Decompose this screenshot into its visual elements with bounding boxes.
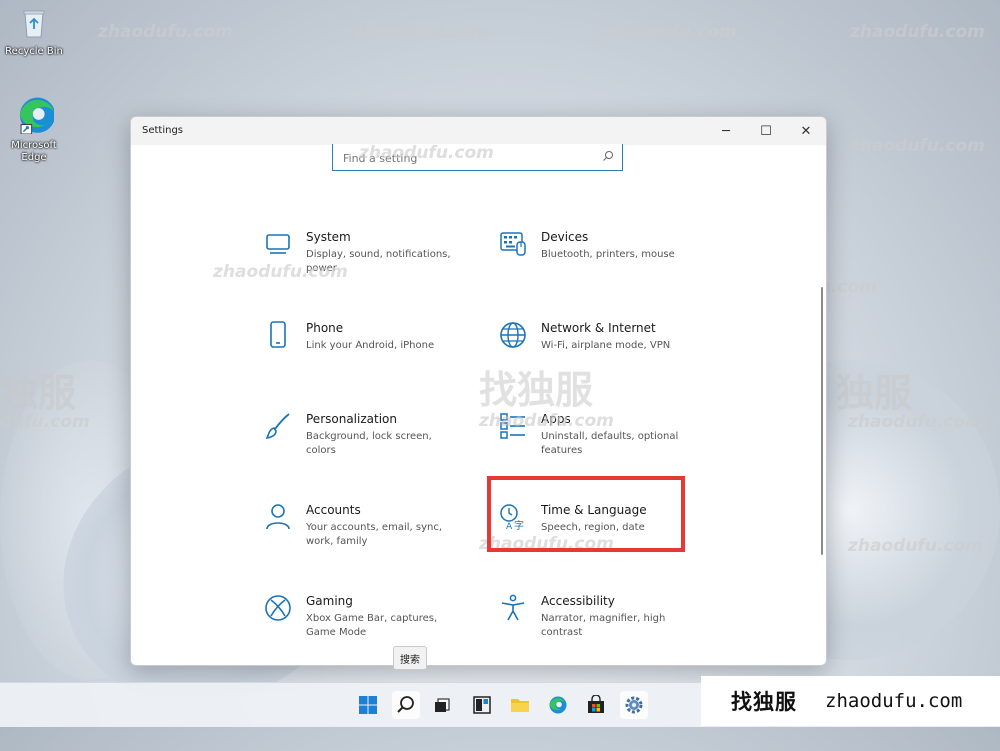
scrollbar[interactable]	[821, 287, 823, 555]
search-box[interactable]	[332, 144, 623, 171]
category-desc: Wi-Fi, airplane mode, VPN	[541, 340, 671, 351]
globe-icon	[500, 322, 526, 348]
widgets-icon	[473, 696, 491, 714]
title-bar[interactable]: Settings ─ ☐ ✕	[131, 117, 826, 145]
edge-icon	[549, 696, 567, 714]
monitor-icon	[266, 234, 290, 254]
category-gaming[interactable]: Gaming Xbox Game Bar, captures, Game Mod…	[264, 594, 484, 665]
desktop-recycle-bin[interactable]: Recycle Bin	[4, 6, 64, 58]
category-desc: Bluetooth, printers, mouse	[541, 249, 675, 260]
minimize-icon: ─	[722, 123, 730, 139]
brand-url: zhaodufu.com	[825, 690, 963, 712]
category-desc: Link your Android, iPhone	[306, 340, 435, 351]
search-icon	[603, 151, 613, 161]
category-desc: Narrator, magnifier, high contrast	[541, 613, 666, 638]
apps-list-icon	[500, 413, 525, 439]
search-icon	[397, 696, 414, 713]
person-icon	[266, 504, 290, 530]
category-name: Accounts	[306, 503, 361, 517]
start-icon	[359, 696, 377, 714]
brush-icon	[265, 413, 290, 440]
category-name: Gaming	[306, 594, 353, 608]
search-input[interactable]	[341, 147, 595, 169]
category-desc: Display, sound, notifications, power	[306, 249, 451, 274]
category-desc: Uninstall, defaults, optional features	[541, 431, 679, 456]
watermark: zhaodufu.com	[850, 136, 985, 156]
widgets-button[interactable]	[468, 691, 496, 719]
settings-icon	[625, 696, 643, 714]
category-phone[interactable]: Phone Link your Android, iPhone	[264, 321, 484, 401]
keyboard-icon	[500, 232, 526, 256]
taskbar-search-button[interactable]	[392, 691, 420, 719]
maximize-icon: ☐	[760, 123, 772, 139]
start-button[interactable]	[354, 691, 382, 719]
taskbar-edge-button[interactable]	[544, 691, 572, 719]
accessibility-icon	[501, 594, 525, 621]
window-title: Settings	[142, 125, 184, 136]
close-icon: ✕	[800, 123, 812, 139]
settings-window: Settings ─ ☐ ✕ System Display, sound, no…	[130, 116, 827, 666]
brand-cn: 找独服	[731, 690, 797, 714]
watermark: zhaodufu.com	[850, 22, 985, 42]
category-desc: Background, lock screen, colors	[306, 431, 432, 456]
file-explorer-icon	[511, 699, 529, 712]
category-name: Phone	[306, 321, 344, 335]
recycle-bin-label: Recycle Bin	[5, 46, 63, 57]
recycle-bin-icon	[23, 10, 45, 38]
category-personalization[interactable]: Personalization Background, lock screen,…	[264, 412, 484, 492]
watermark: zhaodufu.com	[354, 22, 489, 42]
taskbar-settings-button[interactable]	[620, 691, 648, 719]
task-view-button[interactable]	[428, 691, 456, 719]
xbox-icon	[265, 595, 291, 621]
category-accounts[interactable]: Accounts Your accounts, email, sync, wor…	[264, 503, 484, 583]
category-system[interactable]: System Display, sound, notifications, po…	[264, 230, 484, 310]
category-desc: Xbox Game Bar, captures, Game Mode	[306, 613, 438, 638]
highlight-box	[487, 476, 685, 552]
category-name: Personalization	[306, 412, 397, 426]
watermark: zhaodufu.com	[98, 22, 233, 42]
file-explorer-button[interactable]	[506, 691, 534, 719]
category-devices[interactable]: Devices Bluetooth, printers, mouse	[499, 230, 719, 310]
category-name: Apps	[541, 412, 571, 426]
desktop-edge[interactable]: Microsoft Edge	[4, 94, 64, 164]
search-tooltip: 搜索	[393, 646, 427, 670]
close-button[interactable]: ✕	[786, 117, 826, 145]
category-name: System	[306, 230, 351, 244]
category-name: Devices	[541, 230, 589, 244]
store-icon	[588, 695, 604, 713]
category-accessibility[interactable]: Accessibility Narrator, magnifier, high …	[499, 594, 719, 665]
edge-label: Microsoft Edge	[11, 140, 57, 163]
maximize-button[interactable]: ☐	[746, 117, 786, 145]
brand-banner: 找独服 zhaodufu.com	[701, 676, 1000, 726]
task-view-icon	[435, 698, 450, 712]
watermark: zhaodufu.com	[602, 22, 737, 42]
category-network[interactable]: Network & Internet Wi-Fi, airplane mode,…	[499, 321, 719, 401]
minimize-button[interactable]: ─	[706, 117, 746, 145]
store-button[interactable]	[582, 691, 610, 719]
category-name: Accessibility	[541, 594, 615, 608]
category-name: Network & Internet	[541, 321, 656, 335]
phone-icon	[270, 321, 286, 348]
category-desc: Your accounts, email, sync, work, family	[306, 522, 443, 547]
edge-icon	[19, 97, 56, 135]
